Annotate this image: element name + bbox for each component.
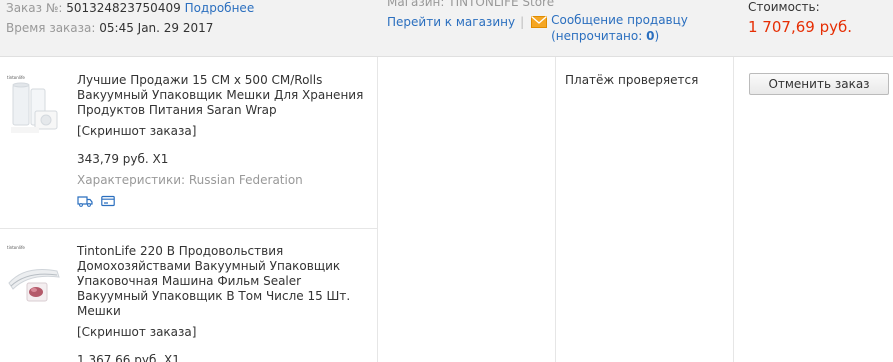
product-price: 343,79 руб. X1 bbox=[77, 152, 169, 166]
product-title[interactable]: TintonLife 220 В Продовольствия Домохозя… bbox=[77, 244, 369, 319]
unread-suffix: ) bbox=[654, 29, 660, 43]
order-item: tintonlife Лучшие Продажи 15 CM x 500 CM… bbox=[0, 57, 377, 228]
product-thumbnail[interactable]: tintonlife bbox=[5, 243, 65, 313]
order-body: tintonlife Лучшие Продажи 15 CM x 500 CM… bbox=[0, 57, 893, 362]
order-info: Заказ №: 501324823750409 Подробнее Время… bbox=[6, 0, 254, 38]
order-header: Заказ №: 501324823750409 Подробнее Время… bbox=[0, 0, 893, 57]
cost-label: Стоимость: bbox=[748, 0, 820, 14]
order-time: 05:45 Jan. 29 2017 bbox=[99, 21, 214, 35]
order-snapshot-link[interactable]: [Скриншот заказа] bbox=[77, 325, 369, 340]
order-time-label: Время заказа: bbox=[6, 21, 96, 35]
goto-store-link[interactable]: Перейти к магазину bbox=[387, 15, 515, 29]
product-price: 1 367,66 руб. X1 bbox=[77, 353, 180, 362]
order-number: 501324823750409 bbox=[66, 1, 181, 15]
column-divider bbox=[555, 57, 556, 362]
order-snapshot-link[interactable]: [Скриншот заказа] bbox=[77, 124, 369, 139]
separator: | bbox=[520, 15, 525, 29]
svg-text:tintonlife: tintonlife bbox=[7, 245, 25, 250]
shipping-icon[interactable] bbox=[77, 195, 93, 211]
order-details-link[interactable]: Подробнее bbox=[185, 1, 255, 15]
cost-value: 1 707,69 руб. bbox=[748, 18, 852, 36]
order-status: Платёж проверяется bbox=[565, 73, 699, 87]
mail-icon[interactable] bbox=[531, 14, 548, 34]
payment-icon[interactable] bbox=[101, 195, 115, 211]
order-cost: Стоимость: 1 707,69 руб. bbox=[748, 0, 852, 37]
store-info: Магазин: TINTONLIFE Store Перейти к мага… bbox=[387, 0, 688, 43]
product-thumbnail[interactable]: tintonlife bbox=[5, 73, 65, 143]
product-characteristics: Характеристики: Russian Federation bbox=[77, 173, 303, 187]
product-title[interactable]: Лучшие Продажи 15 CM x 500 CM/Rolls Ваку… bbox=[77, 73, 369, 118]
unread-prefix: (непрочитано: bbox=[551, 29, 647, 43]
order-item: tintonlife TintonLife 220 В Продовольств… bbox=[0, 229, 377, 362]
order-number-label: Заказ №: bbox=[6, 1, 63, 15]
column-divider bbox=[733, 57, 734, 362]
store-name: Магазин: TINTONLIFE Store bbox=[387, 0, 555, 9]
column-divider bbox=[377, 57, 378, 362]
message-seller-link[interactable]: Сообщение продавцу bbox=[551, 13, 688, 27]
svg-text:tintonlife: tintonlife bbox=[7, 75, 25, 80]
cancel-order-button[interactable]: Отменить заказ bbox=[749, 73, 889, 95]
